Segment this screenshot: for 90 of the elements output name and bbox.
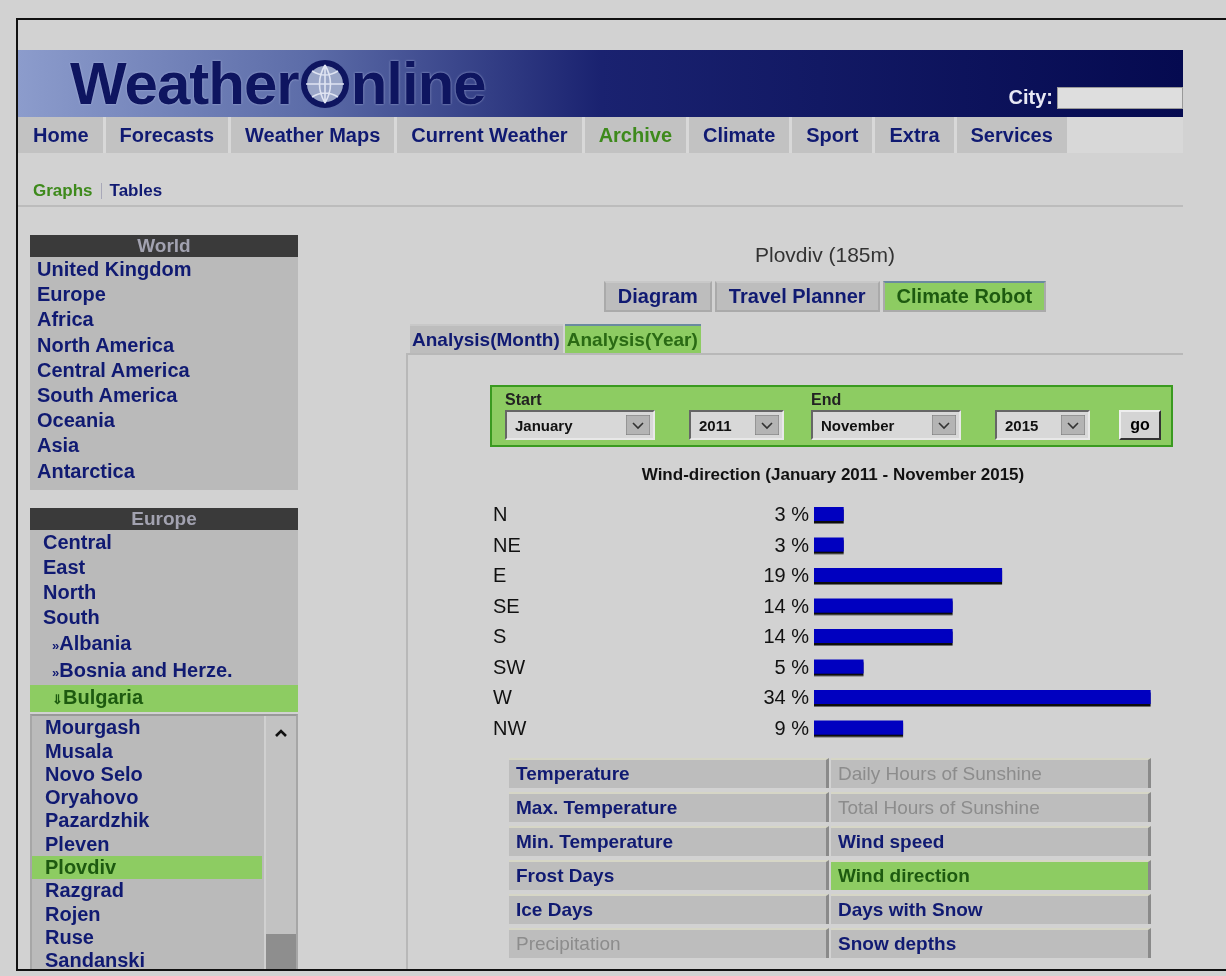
start-label: Start bbox=[505, 390, 543, 410]
scrollbar[interactable] bbox=[264, 716, 296, 969]
month-select[interactable]: January bbox=[505, 410, 655, 440]
direction-label: E bbox=[493, 564, 507, 586]
region-link[interactable]: Central America bbox=[37, 357, 190, 383]
station-option[interactable]: Pazardzhik bbox=[32, 809, 264, 833]
location-title: Plovdiv (185m) bbox=[754, 243, 896, 267]
dropdown-arrow-icon[interactable] bbox=[626, 415, 650, 435]
station-option[interactable]: Pleven bbox=[32, 832, 264, 857]
nav-link[interactable]: Services bbox=[956, 117, 1067, 153]
station-option[interactable]: Oryahovo bbox=[32, 786, 264, 810]
station-option[interactable]: Razgrad bbox=[32, 879, 264, 903]
region-link[interactable]: United Kingdom bbox=[37, 257, 192, 283]
nav-link[interactable]: Weather Maps bbox=[231, 117, 395, 153]
site-logo-text[interactable]: Weather bbox=[70, 53, 299, 114]
nav-link[interactable]: Current Weather bbox=[397, 117, 582, 153]
percent-label: 3 % bbox=[774, 503, 809, 525]
nav-link[interactable]: Forecasts bbox=[105, 117, 229, 153]
station-option[interactable]: Mourgash bbox=[32, 716, 264, 740]
station-listbox[interactable]: Mourgash Musala Novo Selo Oryahovo Pazardzhik Pleven Plovdiv Razgrad Rojen Ruse Sandanski bbox=[30, 714, 298, 969]
region-link[interactable]: Central bbox=[30, 529, 298, 556]
station-option[interactable]: Musala bbox=[32, 739, 264, 763]
direction-label: NE bbox=[493, 533, 521, 556]
region-link[interactable]: »Albania bbox=[30, 630, 298, 658]
direction-label: SW bbox=[493, 655, 526, 678]
globe-icon bbox=[299, 58, 350, 109]
station-option[interactable]: Ruse bbox=[32, 925, 264, 950]
direction-label: S bbox=[493, 625, 507, 647]
caret-up-icon[interactable] bbox=[274, 728, 288, 739]
city-label: City: bbox=[1008, 86, 1053, 109]
percent-label: 9 % bbox=[774, 716, 809, 739]
end-label: End bbox=[811, 390, 843, 410]
view-tab[interactable]: Travel Planner bbox=[714, 281, 880, 312]
go-button[interactable]: go bbox=[1119, 410, 1161, 440]
nav-link[interactable]: Climate bbox=[689, 117, 790, 153]
percent-label: 14 % bbox=[763, 594, 809, 617]
parameter-link[interactable]: Frost Days bbox=[509, 860, 829, 890]
region-link[interactable]: ⇓Bulgaria bbox=[30, 685, 298, 713]
nav-link[interactable]: Extra bbox=[875, 117, 954, 153]
view-tab[interactable]: Diagram bbox=[603, 281, 712, 312]
subnav-link[interactable]: Tables bbox=[109, 181, 163, 201]
percent-label: 5 % bbox=[774, 655, 809, 678]
station-option[interactable]: Sandanski bbox=[32, 949, 264, 969]
year-select[interactable]: 2015 bbox=[995, 410, 1090, 440]
city-input[interactable] bbox=[1057, 87, 1183, 109]
parameter-link[interactable]: Wind direction bbox=[831, 860, 1151, 890]
dropdown-arrow-icon[interactable] bbox=[1061, 415, 1085, 435]
bar bbox=[814, 507, 844, 521]
analysis-tab[interactable]: Analysis(Month) bbox=[410, 324, 563, 353]
parameter-link[interactable]: Days with Snow bbox=[831, 894, 1151, 924]
region-link[interactable]: North bbox=[30, 580, 298, 606]
percent-label: 14 % bbox=[763, 625, 809, 647]
parameter-link[interactable]: Snow depths bbox=[831, 928, 1151, 958]
nav-link[interactable]: Home bbox=[18, 117, 103, 153]
box-header: Europe bbox=[30, 507, 298, 530]
region-link[interactable]: Africa bbox=[37, 307, 94, 333]
station-option[interactable]: Plovdiv bbox=[32, 856, 262, 880]
view-tab[interactable]: Climate Robot bbox=[882, 281, 1047, 312]
bar bbox=[814, 537, 844, 552]
direction-label: N bbox=[493, 503, 508, 525]
region-link[interactable]: »Bosnia and Herze. bbox=[30, 657, 298, 686]
chart-title: Wind-direction (January 2011 - November 2015) bbox=[641, 465, 1025, 485]
region-link[interactable]: North America bbox=[37, 332, 175, 358]
region-link[interactable]: Oceania bbox=[37, 408, 115, 434]
box-header: World bbox=[30, 235, 298, 257]
dropdown-arrow-icon[interactable] bbox=[755, 415, 779, 435]
station-option[interactable]: Novo Selo bbox=[32, 762, 264, 787]
month-select[interactable]: November bbox=[811, 410, 961, 440]
year-select[interactable]: 2011 bbox=[689, 410, 784, 440]
region-link[interactable]: Antarctica bbox=[37, 458, 135, 484]
region-link[interactable]: Europe bbox=[37, 282, 106, 308]
station-option[interactable]: Rojen bbox=[32, 902, 264, 926]
direction-label: SE bbox=[493, 594, 520, 617]
direction-label: W bbox=[493, 686, 512, 708]
region-link[interactable]: South America bbox=[37, 383, 178, 409]
percent-label: 3 % bbox=[774, 533, 809, 556]
parameter-link[interactable]: Ice Days bbox=[509, 894, 829, 924]
percent-label: 19 % bbox=[763, 564, 809, 586]
parameter-link[interactable]: Min. Temperature bbox=[509, 826, 829, 856]
region-link[interactable]: South bbox=[30, 605, 298, 631]
parameter-link[interactable]: Temperature bbox=[509, 758, 829, 788]
dropdown-arrow-icon[interactable] bbox=[932, 415, 956, 435]
direction-label: NW bbox=[493, 716, 527, 739]
region-link[interactable]: Asia bbox=[37, 433, 80, 459]
parameter-link[interactable]: Wind speed bbox=[831, 826, 1151, 856]
parameter-link[interactable]: Max. Temperature bbox=[509, 792, 829, 822]
nav-link[interactable]: Sport bbox=[792, 117, 873, 153]
percent-label: 34 % bbox=[763, 686, 809, 708]
region-link[interactable]: East bbox=[30, 555, 298, 581]
bar bbox=[814, 659, 864, 674]
